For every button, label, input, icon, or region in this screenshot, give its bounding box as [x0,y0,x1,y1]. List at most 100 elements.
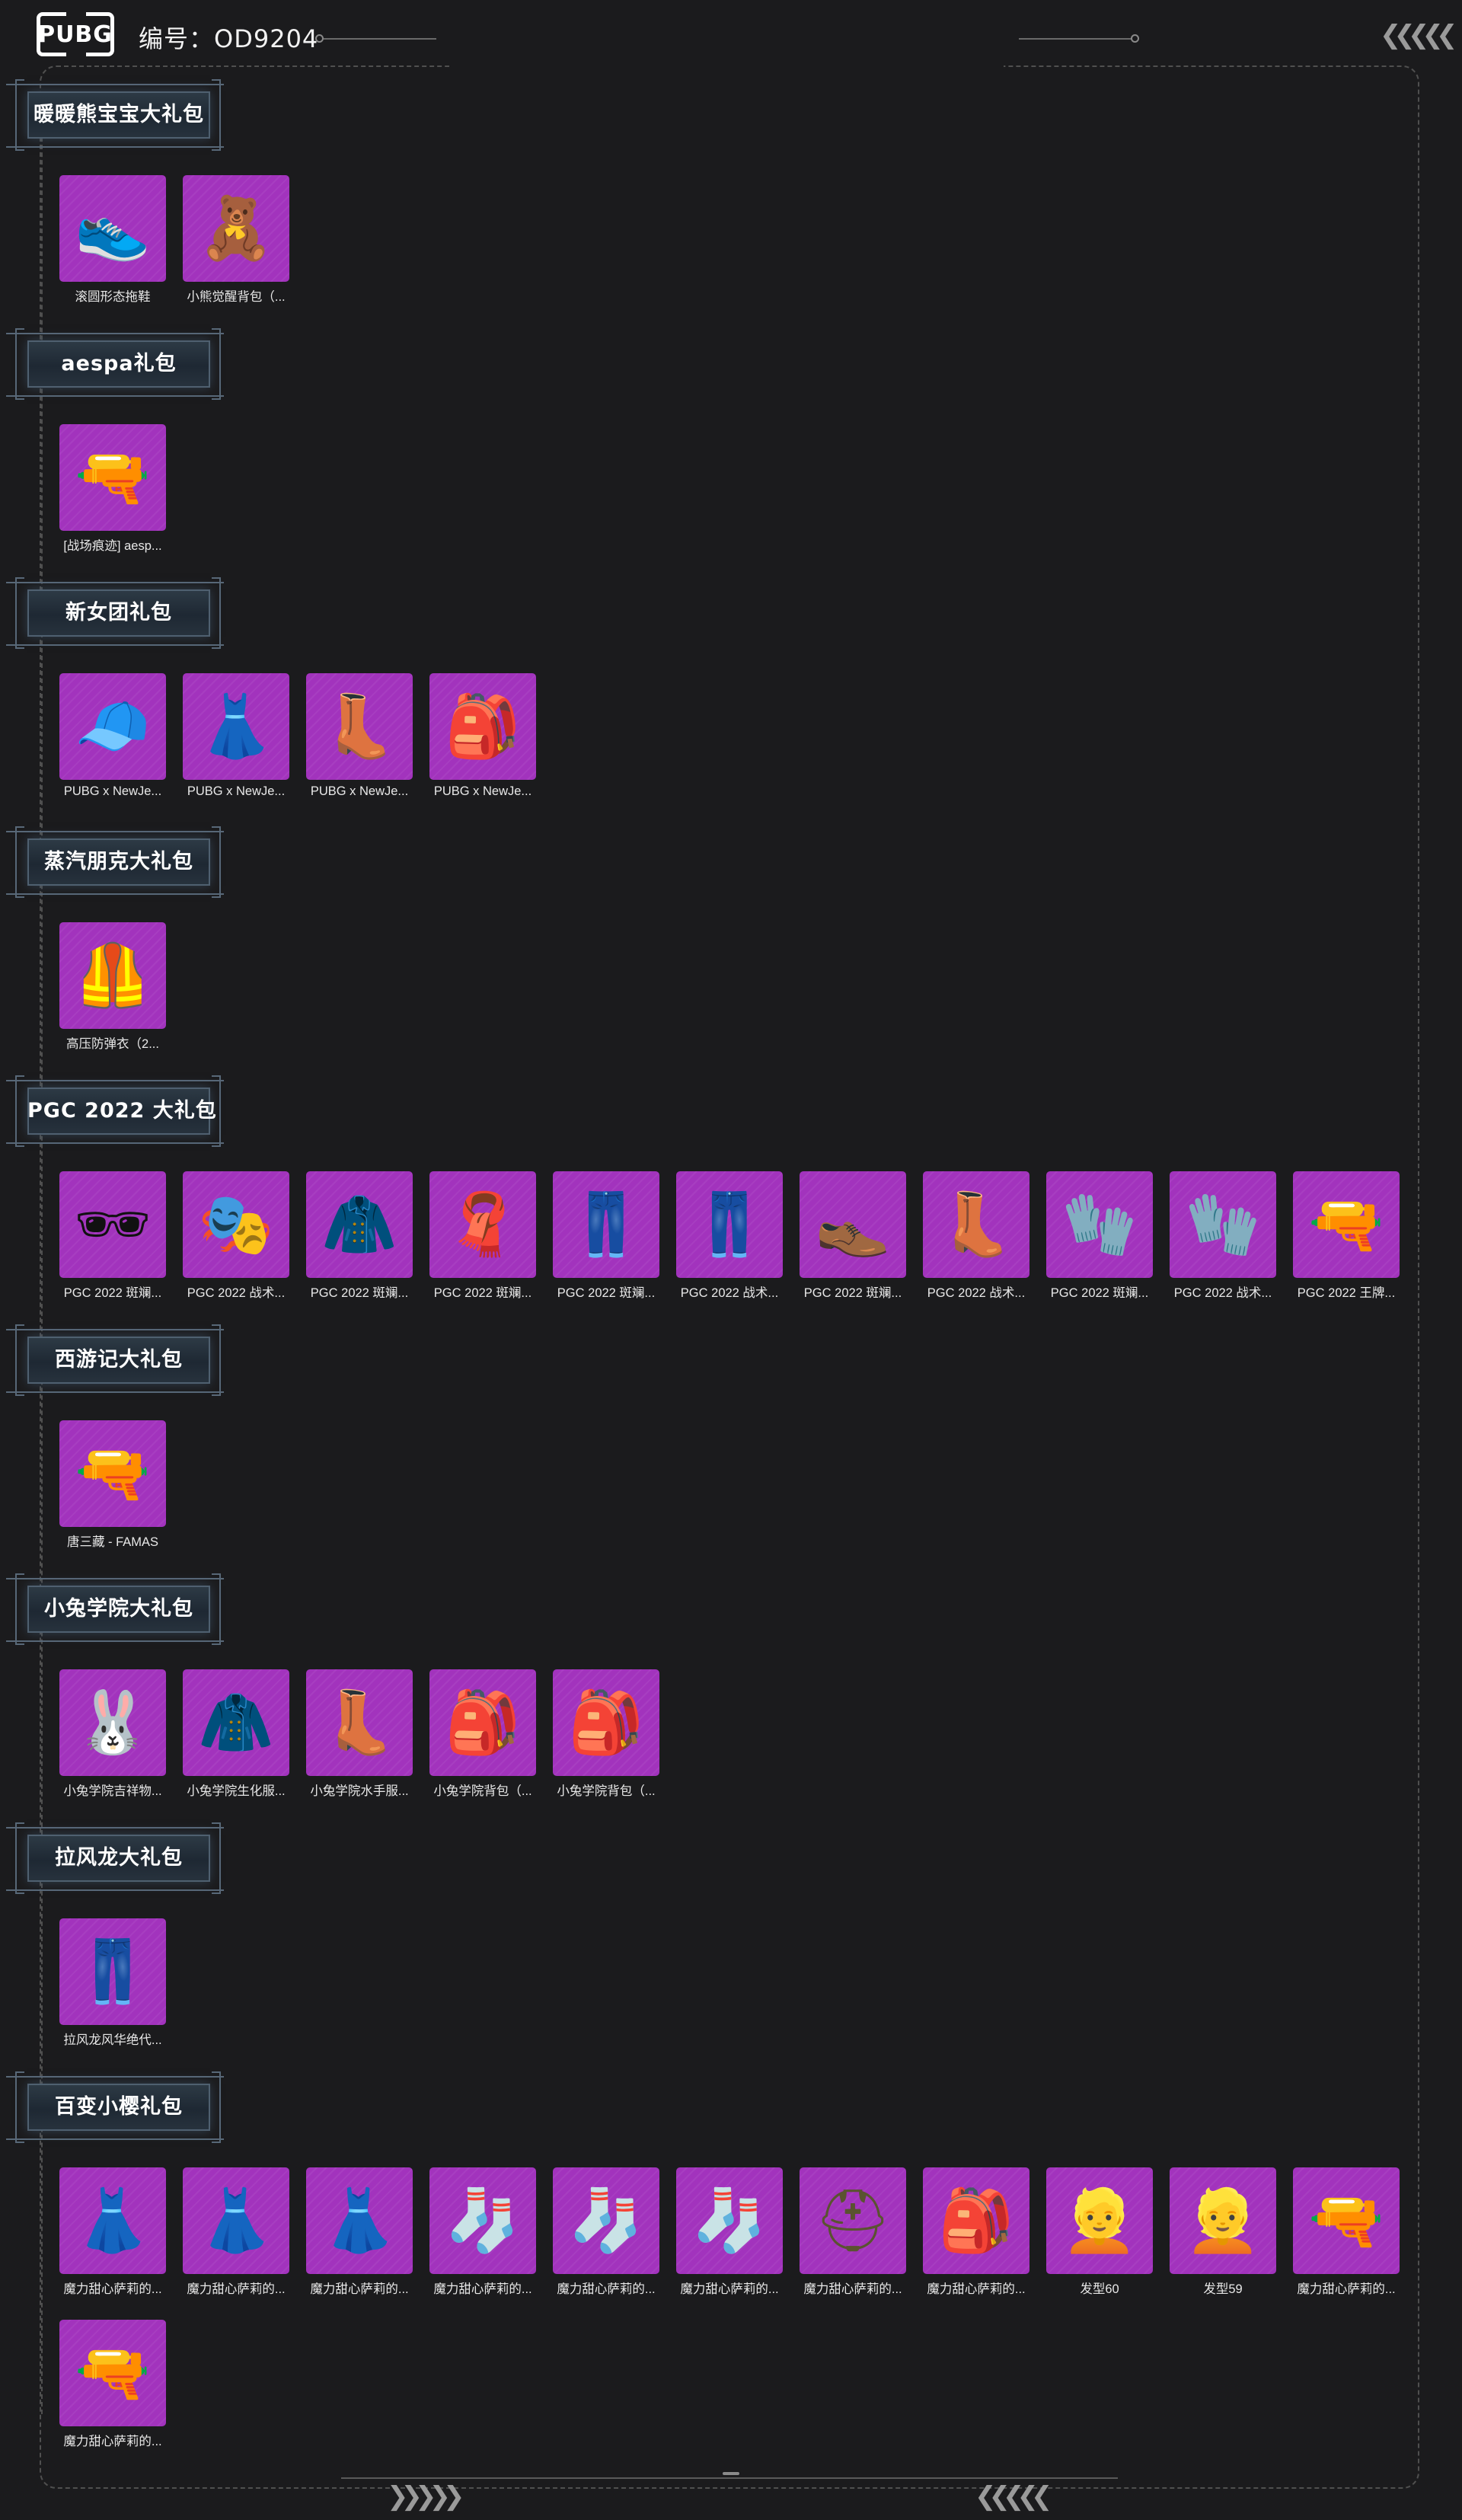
item-card[interactable]: 🧣 PGC 2022 斑斓... [425,1171,539,1301]
item-thumbnail[interactable]: 🔫 [59,424,166,531]
item-card[interactable]: 🦺 高压防弹衣（2... [55,922,169,1052]
item-name: PGC 2022 斑斓... [803,1286,902,1300]
item-thumbnail[interactable]: 🧦 [429,2167,536,2274]
item-card[interactable]: 👗 魔力甜心萨莉的... [302,2167,416,2297]
item-card[interactable]: 🎭 PGC 2022 战术... [178,1171,292,1301]
item-thumbnail[interactable]: 🧦 [553,2167,659,2274]
item-card[interactable]: 🐰 小兔学院吉祥物... [55,1669,169,1799]
item-thumbnail[interactable]: 🧢 [59,673,166,780]
item-card[interactable]: 🧦 魔力甜心萨莉的... [425,2167,539,2297]
dress-icon: 👗 [321,2185,397,2256]
item-thumbnail[interactable]: 🔫 [1293,2167,1400,2274]
item-card[interactable]: 🔫 魔力甜心萨莉的... [55,2320,169,2449]
item-name: 小兔学院生化服... [187,1784,286,1798]
item-card[interactable]: 🧸 小熊觉醒背包（... [178,175,292,305]
item-thumbnail[interactable]: 🧦 [676,2167,783,2274]
item-card[interactable]: 👖 PGC 2022 战术... [672,1171,786,1301]
item-card[interactable]: 👟 滚圆形态拖鞋 [55,175,169,305]
item-card[interactable]: 🧤 PGC 2022 战术... [1165,1171,1279,1301]
item-thumbnail[interactable]: 🎒 [429,673,536,780]
item-thumbnail[interactable]: 🧥 [183,1669,289,1776]
item-thumbnail[interactable]: 👖 [59,1918,166,2025]
item-card[interactable]: 🔫 PGC 2022 王牌... [1288,1171,1403,1301]
gloves-icon: 🧤 [1185,1189,1261,1260]
rifle-icon: 🔫 [1308,1189,1384,1260]
item-thumbnail[interactable]: 👖 [676,1171,783,1278]
item-card[interactable]: 🎒 小兔学院背包（... [548,1669,662,1799]
item-thumbnail[interactable]: 👢 [923,1171,1029,1278]
item-card[interactable]: 👗 魔力甜心萨莉的... [178,2167,292,2297]
item-thumbnail[interactable]: 🔫 [1293,1171,1400,1278]
item-thumbnail[interactable]: 🐰 [59,1669,166,1776]
item-thumbnail[interactable]: 👱 [1170,2167,1276,2274]
item-name: 发型60 [1080,2282,1119,2296]
item-thumbnail[interactable]: 🎒 [429,1669,536,1776]
item-thumbnail[interactable]: ⛑ [800,2167,906,2274]
item-card[interactable]: 👢 小兔学院水手服... [302,1669,416,1799]
item-card[interactable]: 👗 PUBG x NewJe... [178,673,292,803]
item-card[interactable]: 👱 发型59 [1165,2167,1279,2297]
item-thumbnail[interactable]: 👱 [1046,2167,1153,2274]
item-card[interactable]: 👱 发型60 [1042,2167,1156,2297]
section-title: 拉风龙大礼包 [6,1822,224,1894]
item-card[interactable]: 🎒 小兔学院背包（... [425,1669,539,1799]
item-card[interactable]: 🕶 PGC 2022 斑斓... [55,1171,169,1301]
item-thumbnail[interactable]: 🧤 [1046,1171,1153,1278]
item-thumbnail[interactable]: 🦺 [59,922,166,1029]
item-card[interactable]: 🔫 魔力甜心萨莉的... [1288,2167,1403,2297]
pants-icon: 👖 [568,1189,644,1260]
item-card[interactable]: 🧦 魔力甜心萨莉的... [548,2167,662,2297]
jacket-icon: 🧥 [198,1687,274,1758]
winged-backpack-icon: 🎒 [938,2185,1014,2256]
item-thumbnail[interactable]: 🕶 [59,1171,166,1278]
item-card[interactable]: 👗 魔力甜心萨莉的... [55,2167,169,2297]
item-name: 魔力甜心萨莉的... [803,2282,902,2296]
section-title-label: PGC 2022 大礼包 [27,1099,217,1123]
item-thumbnail[interactable]: 👗 [183,673,289,780]
item-card[interactable]: 👖 PGC 2022 斑斓... [548,1171,662,1301]
item-name: PGC 2022 战术... [927,1286,1026,1300]
item-thumbnail[interactable]: 🧣 [429,1171,536,1278]
tactical-pants-icon: 👖 [691,1189,768,1260]
item-thumbnail[interactable]: 👟 [59,175,166,282]
item-thumbnail[interactable]: 🧸 [183,175,289,282]
item-card[interactable]: 🧥 小兔学院生化服... [178,1669,292,1799]
item-thumbnail[interactable]: 🔫 [59,2320,166,2426]
item-card[interactable]: 👢 PGC 2022 战术... [918,1171,1033,1301]
item-thumbnail[interactable]: 🧤 [1170,1171,1276,1278]
item-name: 小兔学院水手服... [310,1784,409,1798]
item-name: PUBG x NewJe... [310,784,409,798]
item-thumbnail[interactable]: 🔫 [59,1420,166,1527]
item-card[interactable]: 🧥 PGC 2022 斑斓... [302,1171,416,1301]
item-thumbnail[interactable]: 👞 [800,1171,906,1278]
item-name: 魔力甜心萨莉的... [187,2282,286,2296]
item-thumbnail[interactable]: 👗 [306,2167,413,2274]
item-thumbnail[interactable]: 👗 [59,2167,166,2274]
item-card[interactable]: ⛑ 魔力甜心萨莉的... [795,2167,909,2297]
item-card[interactable]: 👞 PGC 2022 斑斓... [795,1171,909,1301]
item-card[interactable]: 🧦 魔力甜心萨莉的... [672,2167,786,2297]
item-card[interactable]: 🧤 PGC 2022 斑斓... [1042,1171,1156,1301]
item-thumbnail[interactable]: 👖 [553,1171,659,1278]
stockings-icon: 🧦 [568,2185,644,2256]
item-thumbnail[interactable]: 🧥 [306,1171,413,1278]
item-card[interactable]: 🔫 唐三藏 - FAMAS [55,1420,169,1550]
item-thumbnail[interactable]: 🎭 [183,1171,289,1278]
item-thumbnail[interactable]: 👢 [306,673,413,780]
item-thumbnail[interactable]: 👢 [306,1669,413,1776]
item-name: [战场痕迹] aesp... [63,539,162,553]
item-card[interactable]: 🔫 [战场痕迹] aesp... [55,424,169,554]
item-card[interactable]: 🎒 魔力甜心萨莉的... [918,2167,1033,2297]
item-name: PUBG x NewJe... [433,784,532,798]
item-card[interactable]: 👖 拉风龙风华绝代... [55,1918,169,2048]
goggles-icon: 🕶 [74,1189,152,1260]
item-card[interactable]: 🎒 PUBG x NewJe... [425,673,539,803]
item-card[interactable]: 👢 PUBG x NewJe... [302,673,416,803]
item-thumbnail[interactable]: 🎒 [553,1669,659,1776]
header-line-right [1019,38,1132,40]
title-bracket-left [15,1324,24,1396]
item-card[interactable]: 🧢 PUBG x NewJe... [55,673,169,803]
shoes-icon: 👞 [815,1189,891,1260]
item-thumbnail[interactable]: 🎒 [923,2167,1029,2274]
item-thumbnail[interactable]: 👗 [183,2167,289,2274]
